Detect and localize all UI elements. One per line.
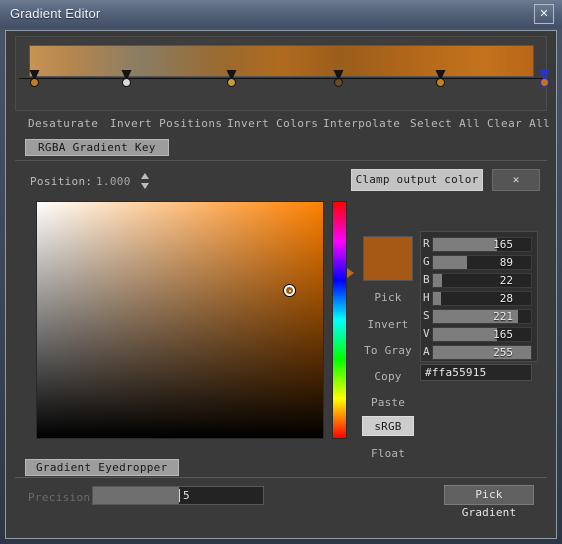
- channel-slider-s[interactable]: 221: [432, 309, 532, 324]
- color-action-pick[interactable]: Pick: [363, 288, 413, 308]
- channel-slider-fill: [433, 328, 497, 341]
- color-action-copy[interactable]: Copy: [363, 367, 413, 387]
- channel-value-s: 221: [493, 310, 513, 323]
- gradient-bar[interactable]: [29, 45, 534, 77]
- gradient-key-5[interactable]: [539, 70, 550, 88]
- gradient-preview-area: [15, 36, 550, 111]
- operation-select-all[interactable]: Select All: [410, 117, 480, 130]
- channel-value-h: 28: [499, 292, 513, 305]
- gradient-key-1[interactable]: [121, 70, 132, 88]
- window-titlebar: Gradient Editor ✕: [0, 0, 562, 28]
- editor-panel-inner: Desaturate Invert Positions Invert Colors I…: [6, 31, 556, 538]
- gradient-key-0[interactable]: [29, 70, 40, 88]
- operation-invert-colors[interactable]: Invert Colors: [227, 117, 318, 130]
- stepper-down-icon[interactable]: [141, 183, 149, 189]
- editor-panel: Desaturate Invert Positions Invert Colors I…: [5, 30, 557, 539]
- precision-input[interactable]: 5: [92, 486, 264, 505]
- gradient-key-color-dot: [121, 78, 131, 87]
- hex-color-field[interactable]: #ffa55915: [420, 364, 532, 381]
- sv-picker-cursor: [284, 285, 295, 296]
- gradient-key-4[interactable]: [435, 70, 446, 88]
- gradient-editor-window: Gradient Editor ✕ Desaturate Invert Posit…: [0, 0, 562, 544]
- gradient-key-color-dot: [435, 78, 445, 87]
- color-action-srgb[interactable]: sRGB: [362, 416, 414, 436]
- color-action-paste[interactable]: Paste: [363, 393, 413, 413]
- operation-clear-all[interactable]: Clear All: [487, 117, 550, 130]
- channel-slider-h[interactable]: 28: [432, 291, 532, 306]
- operation-desaturate[interactable]: Desaturate: [28, 117, 98, 130]
- operation-interpolate[interactable]: Interpolate: [323, 117, 400, 130]
- clear-color-button[interactable]: ✕: [492, 169, 540, 191]
- position-label: Position:: [30, 175, 93, 188]
- gradient-key-color-dot: [539, 78, 549, 87]
- gradient-key-color-dot: [226, 78, 236, 87]
- clamp-output-color-button[interactable]: Clamp output color: [351, 169, 483, 191]
- channel-slider-fill: [433, 274, 442, 287]
- channel-value-v: 165: [493, 328, 513, 341]
- precision-track-fill: [93, 487, 179, 504]
- channel-value-r: 165: [493, 238, 513, 251]
- channel-value-g: 89: [499, 256, 513, 269]
- channel-slider-b[interactable]: 22: [432, 273, 532, 288]
- window-title: Gradient Editor: [10, 6, 101, 21]
- channel-slider-fill: [433, 256, 468, 269]
- gradient-key-color-dot: [333, 78, 343, 87]
- channel-slider-g[interactable]: 89: [432, 255, 532, 270]
- color-channel-panel: R 165 G 89 B 22 H 28 S 221 V 165 A 255: [420, 231, 538, 362]
- position-stepper[interactable]: [141, 172, 150, 190]
- color-action-to-gray[interactable]: To Gray: [363, 341, 413, 361]
- gradient-key-2[interactable]: [226, 70, 237, 88]
- hue-marker-icon: [347, 268, 354, 278]
- precision-caret: [179, 489, 180, 502]
- position-row: Position: 1.000 Clamp output color ✕: [15, 167, 547, 201]
- saturation-value-picker[interactable]: [36, 201, 324, 439]
- gradient-axis-line: [19, 78, 544, 79]
- eyedropper-tabstrip: Gradient Eyedropper: [15, 456, 547, 478]
- color-action-invert[interactable]: Invert: [363, 315, 413, 335]
- position-value[interactable]: 1.000: [96, 175, 131, 188]
- gradient-key-color-dot: [29, 78, 39, 87]
- tab-rgba-gradient-key[interactable]: RGBA Gradient Key: [25, 139, 169, 156]
- current-color-swatch[interactable]: [363, 236, 413, 281]
- channel-value-b: 22: [499, 274, 513, 287]
- precision-value: 5: [183, 489, 190, 502]
- gradient-key-3[interactable]: [333, 70, 344, 88]
- stepper-up-icon[interactable]: [141, 173, 149, 179]
- pick-gradient-button[interactable]: Pick Gradient: [444, 485, 534, 519]
- channel-slider-a[interactable]: 255: [432, 345, 532, 360]
- hue-strip[interactable]: [332, 201, 347, 439]
- channel-slider-fill: [433, 238, 497, 251]
- window-close-button[interactable]: ✕: [534, 4, 554, 24]
- channel-slider-v[interactable]: 165: [432, 327, 532, 342]
- channel-value-a: 255: [493, 346, 513, 359]
- tab-gradient-eyedropper[interactable]: Gradient Eyedropper: [25, 459, 179, 476]
- channel-slider-fill: [433, 292, 441, 305]
- key-tabstrip: RGBA Gradient Key: [15, 139, 547, 161]
- channel-slider-r[interactable]: 165: [432, 237, 532, 252]
- precision-label: Precision: [28, 491, 91, 504]
- channel-slider-fill: [433, 346, 531, 359]
- operation-invert-positions[interactable]: Invert Positions: [110, 117, 222, 130]
